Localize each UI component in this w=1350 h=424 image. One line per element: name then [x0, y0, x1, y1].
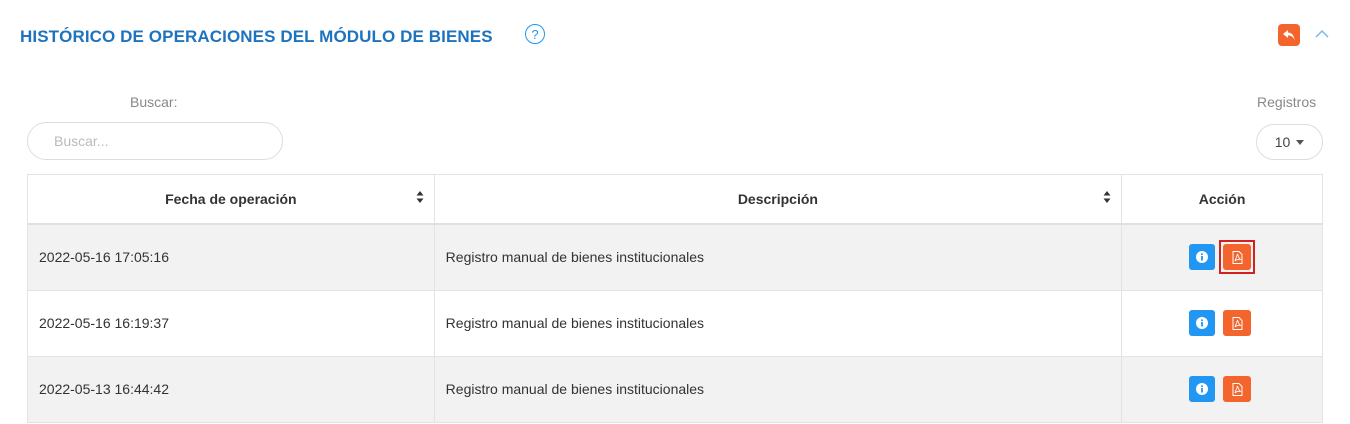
operations-table: Fecha de operación Descripción Acción 20…	[27, 174, 1323, 423]
action-cell	[1121, 223, 1323, 291]
pdf-button[interactable]	[1223, 376, 1252, 402]
date-cell: 2022-05-16 17:05:16	[27, 223, 435, 291]
table-header-row: Fecha de operación Descripción Acción	[27, 174, 1323, 225]
column-header-date[interactable]: Fecha de operación	[27, 174, 435, 225]
info-button[interactable]	[1189, 310, 1216, 336]
info-button[interactable]	[1189, 244, 1216, 271]
table-row: 2022-05-16 16:19:37 Registro manual de b…	[27, 289, 1323, 357]
back-button[interactable]	[1278, 24, 1300, 46]
sort-icon[interactable]	[416, 190, 424, 204]
info-button[interactable]	[1189, 376, 1216, 402]
pdf-button[interactable]	[1223, 244, 1252, 271]
pdf-button[interactable]	[1223, 310, 1252, 336]
sort-icon[interactable]	[1103, 190, 1111, 204]
search-input[interactable]	[27, 122, 283, 160]
column-header-description[interactable]: Descripción	[433, 174, 1123, 225]
search-label: Buscar:	[130, 94, 178, 110]
info-icon	[1196, 251, 1209, 264]
caret-down-icon	[1296, 139, 1305, 145]
date-cell: 2022-05-13 16:44:42	[27, 355, 435, 423]
records-label: Registros	[1257, 94, 1317, 110]
description-cell: Registro manual de bienes institucionale…	[433, 223, 1123, 291]
table-row: 2022-05-16 17:05:16 Registro manual de b…	[27, 223, 1323, 291]
description-cell: Registro manual de bienes institucionale…	[433, 355, 1123, 423]
action-cell	[1121, 289, 1323, 357]
table-row: 2022-05-13 16:44:42 Registro manual de b…	[27, 355, 1323, 423]
info-icon	[1196, 383, 1209, 395]
pdf-button-highlight	[1219, 240, 1256, 275]
info-icon	[1196, 317, 1209, 329]
date-cell: 2022-05-16 16:19:37	[27, 289, 435, 357]
back-icon	[1283, 30, 1295, 40]
help-icon[interactable]: ?	[525, 24, 545, 44]
records-select-value: 10	[1274, 134, 1291, 150]
pdf-button-wrap	[1219, 372, 1255, 406]
page-title: HISTÓRICO DE OPERACIONES DEL MÓDULO DE B…	[20, 27, 493, 46]
chevron-up-icon[interactable]	[1314, 27, 1330, 41]
pdf-button-wrap	[1219, 306, 1255, 340]
description-cell: Registro manual de bienes institucionale…	[433, 289, 1123, 357]
records-select[interactable]: 10	[1256, 124, 1323, 160]
action-cell	[1121, 355, 1323, 423]
pdf-icon	[1232, 382, 1243, 396]
pdf-icon	[1232, 316, 1243, 330]
operations-history-card: HISTÓRICO DE OPERACIONES DEL MÓDULO DE B…	[0, 0, 1350, 424]
pdf-icon	[1232, 250, 1243, 264]
column-header-action: Acción	[1121, 174, 1323, 225]
